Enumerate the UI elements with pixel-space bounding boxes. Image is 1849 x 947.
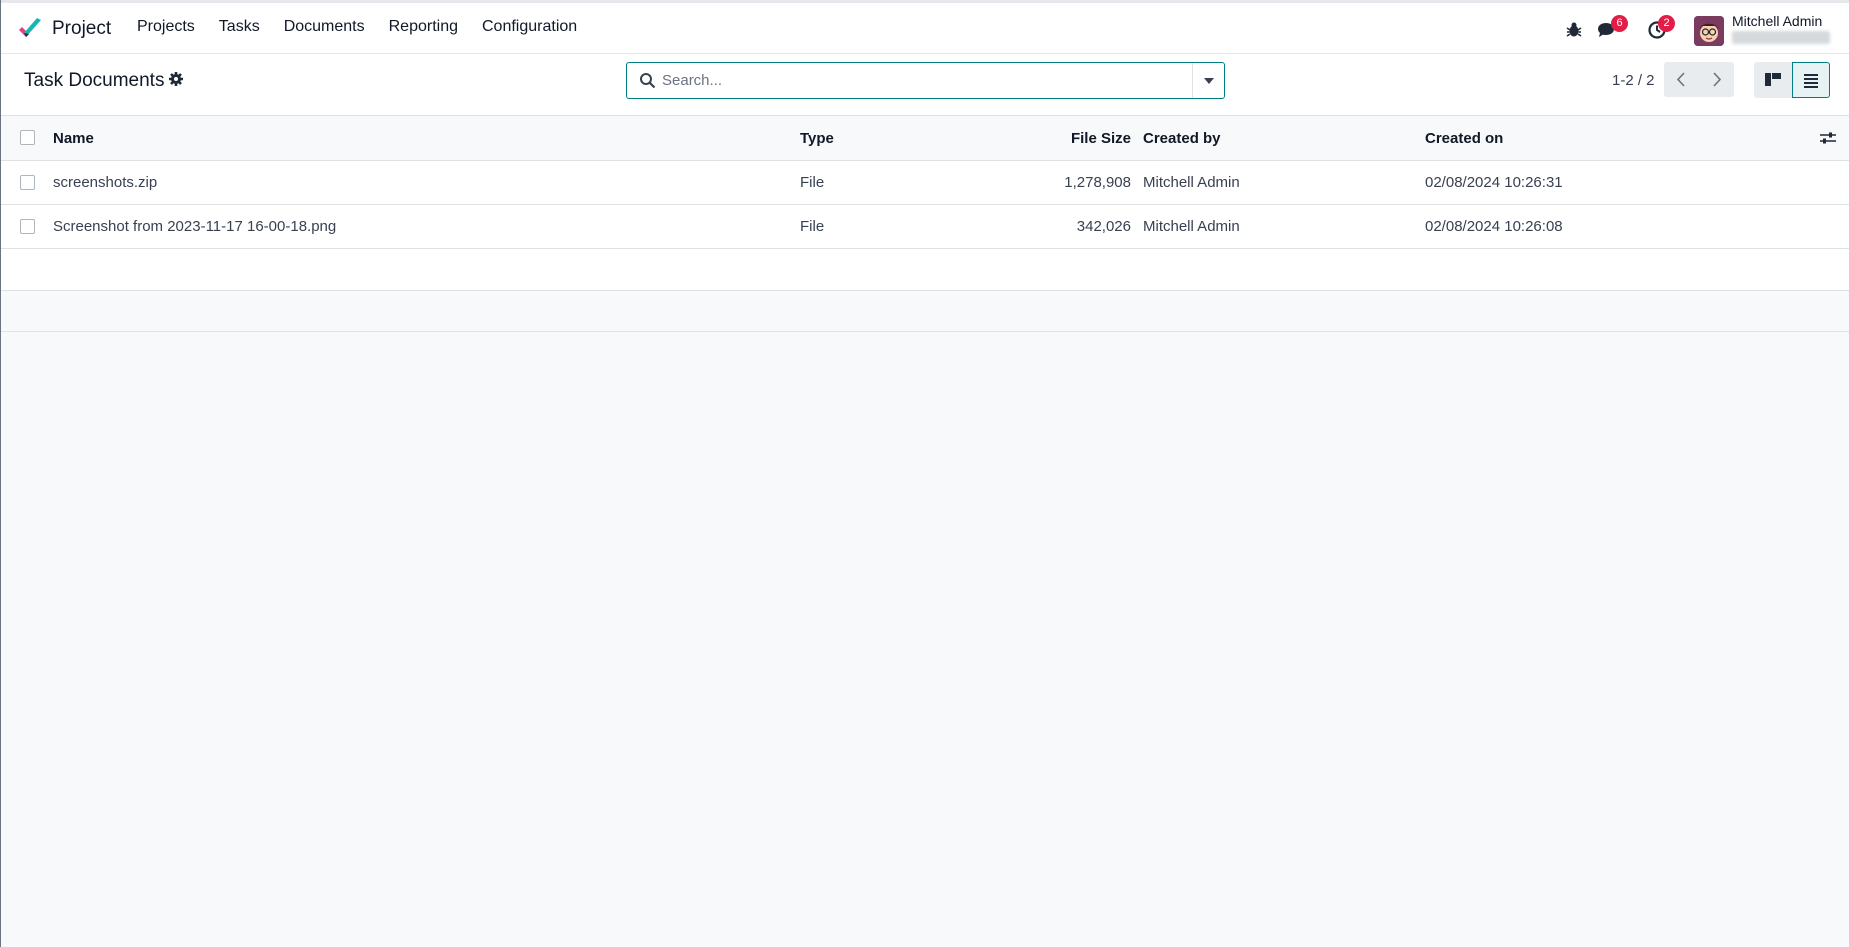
menu-tasks[interactable]: Tasks <box>219 18 260 36</box>
main-menu: Projects Tasks Documents Reporting Confi… <box>125 18 589 36</box>
column-header-type[interactable]: Type <box>800 130 834 147</box>
table-row[interactable]: screenshots.zip File 1,278,908 Mitchell … <box>1 161 1849 205</box>
pager-previous-button[interactable] <box>1664 62 1699 97</box>
row-checkbox[interactable] <box>20 219 35 234</box>
column-header-file-size[interactable]: File Size <box>1071 130 1131 147</box>
cell-created-on: 02/08/2024 10:26:31 <box>1425 174 1563 191</box>
cell-type: File <box>800 174 825 191</box>
activities-badge: 2 <box>1658 15 1675 32</box>
page-title: Task Documents <box>24 70 165 91</box>
menu-documents[interactable]: Documents <box>284 18 365 36</box>
cell-created-by: Mitchell Admin <box>1143 218 1240 235</box>
select-all-checkbox[interactable] <box>20 130 35 145</box>
cell-name: Screenshot from 2023-11-17 16-00-18.png <box>53 218 337 235</box>
pager-next-button[interactable] <box>1699 62 1734 97</box>
table-header: Name Type File Size Created by Created o… <box>1 116 1849 161</box>
top-navbar: Project Projects Tasks Documents Reporti… <box>1 0 1849 54</box>
sliders-icon[interactable] <box>1819 130 1837 146</box>
list-icon <box>1804 74 1818 88</box>
pager-value[interactable]: 1-2 / 2 <box>1612 72 1655 89</box>
caret-down-icon[interactable] <box>1192 63 1224 98</box>
cell-file-size: 342,026 <box>1076 218 1131 235</box>
list-view-button[interactable] <box>1792 62 1830 98</box>
table-row[interactable]: Screenshot from 2023-11-17 16-00-18.png … <box>1 205 1849 249</box>
app-name: Project <box>52 18 112 39</box>
search-icon <box>640 73 656 89</box>
project-logo-icon <box>19 18 41 37</box>
cell-created-on: 02/08/2024 10:26:08 <box>1425 218 1563 235</box>
cell-file-size: 1,278,908 <box>1064 174 1131 191</box>
column-header-name[interactable]: Name <box>53 130 94 147</box>
cell-type: File <box>800 218 825 235</box>
cell-name: screenshots.zip <box>53 174 158 191</box>
gear-icon[interactable] <box>168 71 184 87</box>
empty-row <box>1 249 1849 291</box>
column-header-created-by[interactable]: Created by <box>1143 130 1221 147</box>
menu-reporting[interactable]: Reporting <box>389 18 458 36</box>
cell-created-by: Mitchell Admin <box>1143 174 1240 191</box>
menu-projects[interactable]: Projects <box>137 18 195 36</box>
control-panel: Task Documents 1-2 / 2 <box>1 54 1849 116</box>
kanban-icon <box>1765 73 1781 86</box>
messages-badge: 6 <box>1611 15 1628 32</box>
user-avatar-icon <box>1694 16 1724 46</box>
app-brand[interactable]: Project <box>17 14 111 44</box>
bug-icon[interactable] <box>1564 20 1584 40</box>
kanban-view-button[interactable] <box>1754 62 1792 98</box>
empty-row <box>1 291 1849 332</box>
user-name[interactable]: Mitchell Admin <box>1732 13 1822 29</box>
chevron-left-icon <box>1676 72 1685 87</box>
row-checkbox[interactable] <box>20 175 35 190</box>
menu-configuration[interactable]: Configuration <box>482 18 577 36</box>
search-input[interactable] <box>662 68 1162 93</box>
avatar[interactable] <box>1694 16 1724 46</box>
search-bar <box>626 62 1225 99</box>
chevron-right-icon <box>1713 72 1722 87</box>
documents-table: Name Type File Size Created by Created o… <box>1 116 1849 332</box>
column-header-created-on[interactable]: Created on <box>1425 130 1503 147</box>
user-database-label <box>1732 31 1830 44</box>
